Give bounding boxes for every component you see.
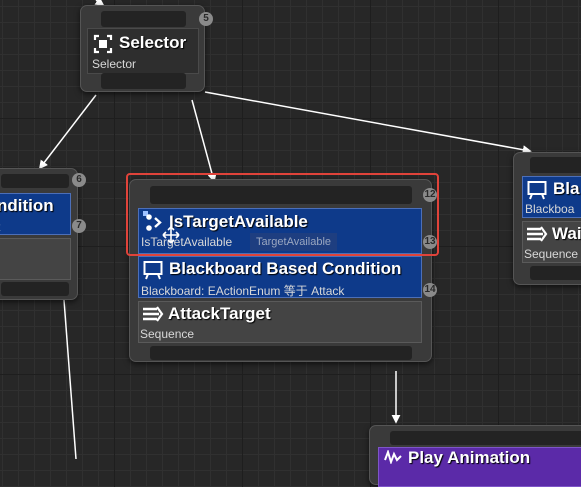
left-node-output-pin[interactable]: [1, 282, 69, 296]
selector-output-pin[interactable]: [101, 73, 186, 89]
left-node-condition-badge: 7: [72, 219, 86, 233]
blackboard-icon: [143, 260, 163, 280]
left-node[interactable]: ndition t: [0, 168, 78, 300]
task-title: AttackTarget: [168, 304, 271, 324]
selector-input-pin[interactable]: [101, 11, 186, 27]
middle-node-output-pin[interactable]: [150, 346, 412, 360]
wire-from-left-node: [64, 300, 76, 459]
animation-icon: [383, 450, 403, 464]
blackboard-condition-title: Blackboard Based Condition: [169, 259, 401, 279]
bottom-node[interactable]: Play Animation: [369, 425, 581, 485]
left-node-index-badge: 6: [72, 173, 86, 187]
selection-highlight: [126, 173, 439, 256]
right-node[interactable]: Bla Blackboa Wai Sequence: [513, 152, 581, 285]
selector-subtitle: Selector: [92, 57, 136, 71]
selector-node[interactable]: Selector Selector: [80, 5, 205, 92]
right-node-input-pin[interactable]: [530, 157, 581, 173]
right-node-blackboard-icon: [527, 180, 547, 200]
task-sequence-icon: [142, 306, 164, 322]
task-subtitle: Sequence: [140, 327, 194, 341]
left-node-title: ndition: [0, 196, 54, 216]
bottom-node-input-pin[interactable]: [390, 431, 581, 445]
right-node-wait-title: Wai: [552, 224, 581, 244]
bottom-node-title: Play Animation: [408, 448, 530, 468]
wire-to-left-node: [40, 95, 96, 168]
blackboard-index-badge: 14: [423, 283, 437, 297]
right-node-wait-subtitle: Sequence: [524, 247, 578, 261]
left-node-task-row[interactable]: [0, 238, 71, 280]
blackboard-condition-subtitle: Blackboard: EActionEnum 等于 Attack: [141, 282, 344, 299]
right-node-blackboard-subtitle: Blackboa: [525, 202, 574, 216]
wire-to-middle-node: [192, 100, 214, 181]
right-node-task-icon: [526, 226, 548, 242]
selector-title: Selector: [119, 33, 186, 53]
selector-icon: [93, 34, 113, 54]
selector-index-badge: 5: [199, 12, 213, 26]
left-node-input-pin[interactable]: [1, 174, 69, 188]
wire-to-right-node: [205, 92, 530, 151]
right-node-blackboard-title: Bla: [553, 179, 579, 199]
right-node-output-pin[interactable]: [530, 266, 581, 280]
